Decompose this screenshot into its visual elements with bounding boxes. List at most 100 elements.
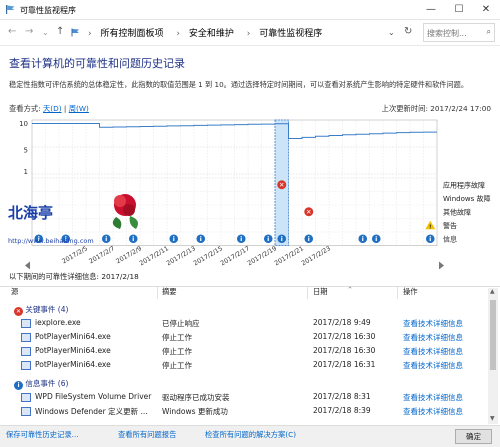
close-button[interactable]: ✕ [472,0,500,20]
y-tick-label: 1 [24,168,28,176]
row-date: 2017/2/18 16:30 [313,346,376,355]
breadcrumb-item-reliability-monitor[interactable]: 可靠性监视程序 [259,29,322,39]
view-technical-details-link[interactable]: 查看技术详细信息 [403,392,463,403]
search-placeholder: 搜索控制... [427,29,467,38]
table-row[interactable]: WPD FileSystem Volume Driver 驱动程序已成功安装 2… [0,392,488,406]
x-tick-label: 2017/2/21 [274,245,305,267]
info-mark: i [308,235,310,243]
x-tick-label: 2017/2/19 [247,245,278,267]
row-source: PotPlayerMini64.exe [35,332,111,341]
page-title: 查看计算机的可靠性和问题历史记录 [9,57,185,70]
row-source: Windows Defender 定义更新 ... [35,407,148,416]
column-divider [397,287,398,299]
refresh-icon[interactable]: ↻ [404,26,412,37]
check-solutions-link[interactable]: 检查所有问题的解决方案(C) [205,430,296,440]
breadcrumb-separator: › [88,29,92,39]
row-summary: 已停止响应 [162,319,200,328]
column-divider [157,287,158,299]
scroll-up-arrow-icon[interactable]: ▲ [490,288,495,295]
view-technical-details-link[interactable]: 查看技术详细信息 [403,332,463,343]
row-date: 2017/2/18 9:49 [313,318,371,327]
column-header-summary[interactable]: 摘要 [162,287,177,299]
info-mark: i [429,235,431,243]
scrollbar-thumb[interactable] [490,300,496,370]
view-days-link[interactable]: 天(D) [43,104,62,113]
search-icon[interactable]: ⌕ [487,27,491,37]
table-row[interactable]: iexplore.exe 已停止响应 2017/2/18 9:49 查看技术详细… [0,318,488,332]
row-date: 2017/2/18 8:39 [313,406,371,415]
breadcrumb-item-all-control-panel[interactable]: 所有控制面板项 [100,29,163,39]
group-information-events[interactable]: i 信息事件 (6) [14,378,68,390]
application-icon [21,319,31,328]
reliability-chart[interactable]: 1051 ✕✕!i i i i i i i i i i i i i 2017/2/5 2017/2/7 20… [8,117,492,269]
app-failure-mark: ✕ [279,181,284,189]
column-header-source[interactable]: 源 [11,287,18,299]
address-dropdown-chevron-icon[interactable]: ⌄ [388,28,395,37]
view-all-reports-link[interactable]: 查看所有问题报告 [118,430,176,440]
maximize-button[interactable]: ☐ [445,0,473,20]
breadcrumb-separator: › [246,29,251,39]
watermark-url: http://www.beihaiting.com [8,237,94,245]
event-row-labels: 应用程序故障 Windows 故障其他故障警告信息 [443,180,490,243]
view-technical-details-link[interactable]: 查看技术详细信息 [403,406,463,417]
back-arrow-icon[interactable]: ← [8,26,16,37]
view-technical-details-link[interactable]: 查看技术详细信息 [403,360,463,371]
critical-icon: ✕ [14,307,23,316]
view-technical-details-link[interactable]: 查看技术详细信息 [403,318,463,329]
forward-arrow-icon[interactable]: → [25,26,33,37]
row-summary: Windows 更新成功 [162,407,228,416]
windows-update-icon [21,407,31,416]
x-tick-label: 2017/2/15 [193,245,224,267]
recent-locations-chevron-icon[interactable]: ⌄ [42,28,49,37]
info-mark: i [281,235,283,243]
breadcrumb-item-security-maintenance[interactable]: 安全和维护 [189,29,234,39]
column-header-date[interactable]: 日期 [313,287,328,299]
view-mode-label: 查看方式: [9,104,41,113]
address-bar: ← → ⌄ ↑ › 所有控制面板项 › 安全和维护 › 可靠性监视程序 ⌄ ↻ … [0,20,500,46]
info-mark: i [362,235,364,243]
other-failure-mark: ✕ [306,208,311,216]
x-tick-label: 2017/2/7 [88,245,116,265]
application-icon [21,333,31,342]
sort-chevron-icon: ⌃ [347,285,354,294]
row-date: 2017/2/18 16:31 [313,360,376,369]
info-mark: i [105,235,107,243]
row-summary: 停止工作 [162,361,192,370]
up-arrow-icon[interactable]: ↑ [56,26,64,37]
x-tick-label: 2017/2/11 [139,245,170,267]
info-mark: i [132,235,134,243]
event-row-label: Windows 故障 [443,194,490,203]
column-header-action[interactable]: 操作 [403,287,418,299]
save-history-link[interactable]: 保存可靠性历史记录... [6,430,79,440]
chart-scroll-arrows[interactable] [25,261,444,270]
minimize-button[interactable]: — [417,0,445,20]
view-weeks-link[interactable]: 周(W) [69,104,89,113]
column-divider [307,287,308,299]
table-row[interactable]: PotPlayerMini64.exe 停止工作 2017/2/18 16:30… [0,346,488,360]
scroll-down-arrow-icon[interactable]: ▼ [490,415,495,422]
table-row[interactable]: PotPlayerMini64.exe 停止工作 2017/2/18 16:31… [0,360,488,374]
row-summary: 驱动程序已成功安装 [162,393,230,402]
table-row[interactable]: Windows Defender 定义更新 ... Windows 更新成功 2… [0,406,488,420]
view-mode: 查看方式: 天(D) | 周(W) [9,104,89,114]
view-technical-details-link[interactable]: 查看技术详细信息 [403,346,463,357]
row-source: iexplore.exe [35,318,81,327]
row-date: 2017/2/18 16:30 [313,332,376,341]
event-row-label: 警告 [443,221,457,230]
event-row-label: 其他故障 [443,207,471,216]
x-tick-label: 2017/2/23 [301,245,332,267]
table-row[interactable]: PotPlayerMini64.exe 停止工作 2017/2/18 16:30… [0,332,488,346]
group-critical-events[interactable]: ✕ 关键事件 (4) [14,304,68,316]
window-title: 可靠性监视程序 [20,6,76,15]
details-scrollbar[interactable]: ▲ ▼ [488,288,498,424]
info-icon: i [14,381,23,390]
scroll-right-arrow-icon[interactable] [439,261,444,270]
row-source: PotPlayerMini64.exe [35,346,111,355]
reliability-monitor-icon [6,5,15,14]
title-bar: 可靠性监视程序 — ☐ ✕ [0,0,500,20]
scroll-left-arrow-icon[interactable] [25,261,30,270]
row-source: WPD FileSystem Volume Driver [35,392,152,401]
search-input[interactable]: 搜索控制... ⌕ [423,23,495,42]
ok-button[interactable]: 确定 [455,429,492,444]
info-mark: i [173,235,175,243]
